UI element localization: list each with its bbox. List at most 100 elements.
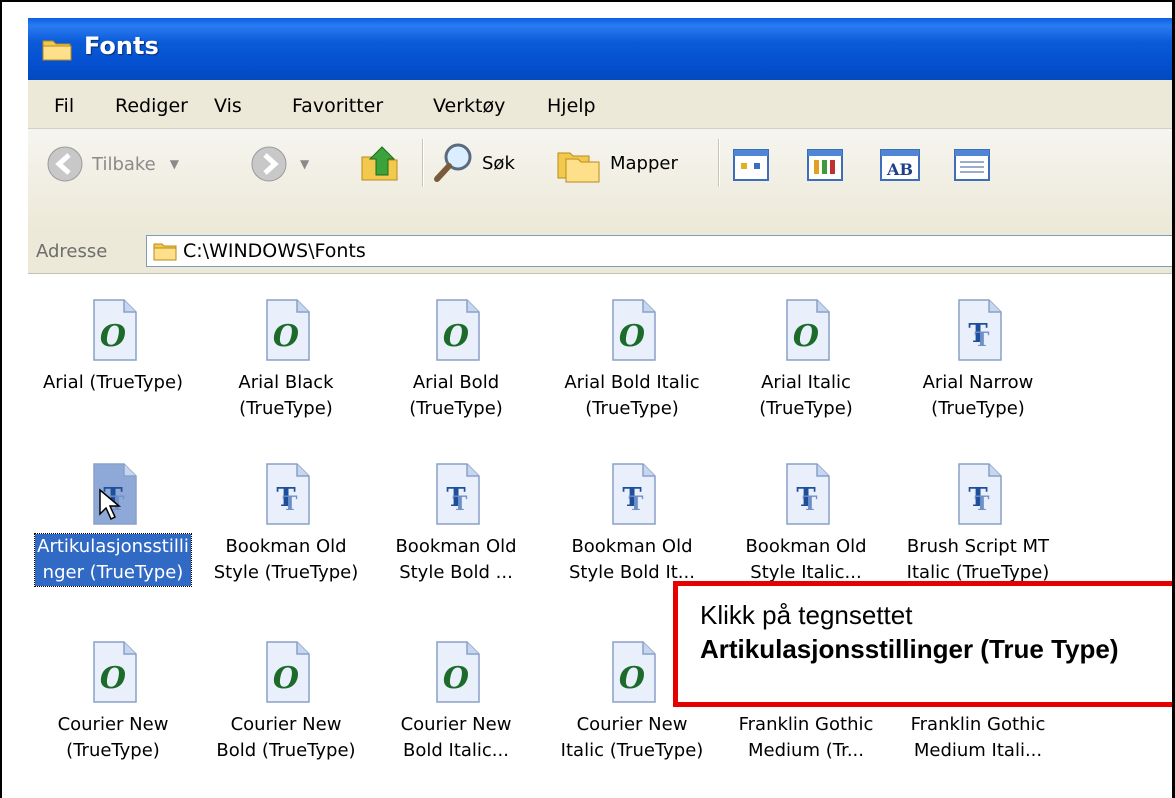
truetype-font-icon: TT — [266, 463, 310, 525]
truetype-font-icon: TT — [786, 463, 830, 525]
folders-label: Mapper — [610, 152, 678, 174]
font-file-item[interactable]: O Arial (TrueType) — [28, 298, 203, 396]
font-file-item[interactable]: O Arial Bold Italic (TrueType) — [542, 298, 722, 422]
back-dropdown-icon[interactable]: ▼ — [170, 157, 179, 171]
svg-text:O: O — [100, 661, 126, 696]
font-file-item[interactable]: T T Artikulasjonsstilli nger (TrueType) — [28, 462, 203, 587]
address-input[interactable]: C:\WINDOWS\Fonts — [146, 235, 1173, 267]
back-arrow-icon — [47, 146, 83, 182]
svg-text:T: T — [975, 327, 990, 351]
menu-hjelp[interactable]: Hjelp — [547, 95, 596, 117]
font-file-item[interactable]: O Arial Bold (TrueType) — [366, 298, 546, 422]
truetype-font-icon: TT — [958, 463, 1002, 525]
font-file-item[interactable]: T T Bookman Old Style Bold It... — [542, 462, 722, 586]
font-file-item[interactable]: O Arial Italic (TrueType) — [716, 298, 896, 422]
view-thumbnails-button[interactable] — [733, 149, 769, 181]
font-file-label: Courier New Italic (TrueType) — [560, 714, 704, 761]
menu-vis[interactable]: Vis — [214, 95, 242, 117]
toolbar-separator — [718, 139, 720, 187]
opentype-font-icon: O — [612, 641, 656, 703]
view-thumbnails-icon — [733, 149, 769, 181]
forward-arrow-icon — [251, 146, 287, 182]
folder-icon — [42, 40, 72, 61]
font-file-item[interactable]: O Arial Black (TrueType) — [196, 298, 376, 422]
menu-bar: Fil Rediger Vis Favoritter Verktøy Hjelp — [28, 80, 1173, 129]
font-file-label: Bookman Old Style Bold ... — [395, 536, 517, 583]
screenshot-frame: Fonts Fil Rediger Vis Favoritter Verktøy… — [0, 0, 1173, 798]
font-file-label: Bookman Old Style (TrueType) — [213, 536, 359, 583]
font-file-label: Arial (TrueType) — [42, 372, 184, 393]
callout-line2: Artikulasjonsstillinger (True Type) — [700, 634, 1119, 664]
svg-text:O: O — [619, 319, 645, 354]
search-label: Søk — [482, 152, 515, 174]
up-folder-icon — [361, 146, 398, 181]
svg-text:O: O — [443, 319, 469, 354]
font-file-label: Bookman Old Style Italic... — [745, 536, 867, 583]
font-file-item[interactable]: O Courier New Bold (TrueType) — [196, 640, 376, 764]
back-label: Tilbake — [92, 153, 156, 175]
instruction-callout: Klikk på tegnsettet Artikulasjonsstillin… — [673, 581, 1173, 707]
truetype-font-icon: TT — [612, 463, 656, 525]
opentype-font-icon: O — [436, 299, 480, 361]
toolbar: Tilbake ▼ ▼ Søk Mapper AB — [28, 129, 1173, 232]
svg-text:T: T — [629, 491, 644, 515]
font-file-item[interactable]: T T Arial Narrow (TrueType) — [888, 298, 1068, 422]
view-tiles-button[interactable] — [807, 149, 843, 181]
title-bar[interactable]: Fonts — [28, 18, 1173, 80]
svg-text:T: T — [453, 491, 468, 515]
search-button[interactable]: Søk — [432, 141, 515, 185]
font-file-item[interactable]: T T Bookman Old Style Bold ... — [366, 462, 546, 586]
forward-button[interactable]: ▼ — [250, 145, 309, 183]
font-file-label: Arial Italic (TrueType) — [759, 372, 853, 419]
truetype-font-icon: TT — [436, 463, 480, 525]
font-file-label: Courier New (TrueType) — [57, 714, 169, 761]
folders-button[interactable]: Mapper — [556, 141, 678, 185]
font-file-label: Arial Bold (TrueType) — [409, 372, 503, 419]
menu-rediger[interactable]: Rediger — [115, 95, 188, 117]
search-icon — [434, 143, 472, 182]
opentype-font-icon: O — [266, 299, 310, 361]
mouse-cursor-icon — [99, 488, 122, 521]
svg-text:T: T — [803, 491, 818, 515]
opentype-font-icon: O — [786, 299, 830, 361]
svg-text:O: O — [273, 661, 299, 696]
back-button[interactable]: Tilbake ▼ — [46, 145, 179, 183]
view-ab-button[interactable]: AB — [880, 149, 920, 181]
font-file-label: Bookman Old Style Bold It... — [569, 536, 695, 583]
svg-text:T: T — [975, 491, 990, 515]
address-bar: Adresse C:\WINDOWS\Fonts — [28, 231, 1173, 274]
font-file-label: Courier New Bold Italic... — [400, 714, 512, 761]
window-title: Fonts — [84, 32, 159, 60]
font-file-label: Courier New Bold (TrueType) — [216, 714, 356, 761]
opentype-font-icon: O — [93, 299, 137, 361]
view-tiles-icon — [807, 149, 843, 181]
font-file-item[interactable]: T T Brush Script MT Italic (TrueType) — [888, 462, 1068, 586]
opentype-font-icon: O — [266, 641, 310, 703]
view-details-icon — [954, 149, 990, 181]
svg-text:O: O — [619, 661, 645, 696]
font-file-item[interactable]: O Courier New Bold Italic... — [366, 640, 546, 764]
menu-favoritter[interactable]: Favoritter — [292, 95, 383, 117]
opentype-font-icon: O — [612, 299, 656, 361]
svg-text:O: O — [793, 319, 819, 354]
font-file-item[interactable]: T T Bookman Old Style Italic... — [716, 462, 896, 586]
font-file-label: Arial Narrow (TrueType) — [922, 372, 1034, 419]
font-file-item[interactable]: T T Bookman Old Style (TrueType) — [196, 462, 376, 586]
address-value: C:\WINDOWS\Fonts — [183, 240, 366, 262]
folder-icon — [153, 243, 177, 261]
font-file-label: Brush Script MT Italic (TrueType) — [906, 536, 1050, 583]
font-file-label: Arial Black (TrueType) — [238, 372, 334, 419]
menu-verktoy[interactable]: Verktøy — [433, 95, 505, 117]
callout-line1: Klikk på tegnsettet — [700, 600, 913, 630]
menu-fil[interactable]: Fil — [54, 95, 74, 117]
forward-dropdown-icon[interactable]: ▼ — [300, 157, 309, 171]
font-file-item[interactable]: O Courier New (TrueType) — [28, 640, 203, 764]
up-folder-button[interactable] — [358, 141, 402, 185]
svg-text:T: T — [283, 491, 298, 515]
font-file-label: Arial Bold Italic (TrueType) — [564, 372, 700, 419]
view-details-button[interactable] — [954, 149, 990, 181]
file-view: O Arial (TrueType) O Arial Black (TrueType)… — [28, 274, 1173, 798]
address-label: Adresse — [36, 241, 108, 262]
toolbar-separator — [422, 139, 424, 187]
view-ab-icon: AB — [880, 149, 920, 181]
